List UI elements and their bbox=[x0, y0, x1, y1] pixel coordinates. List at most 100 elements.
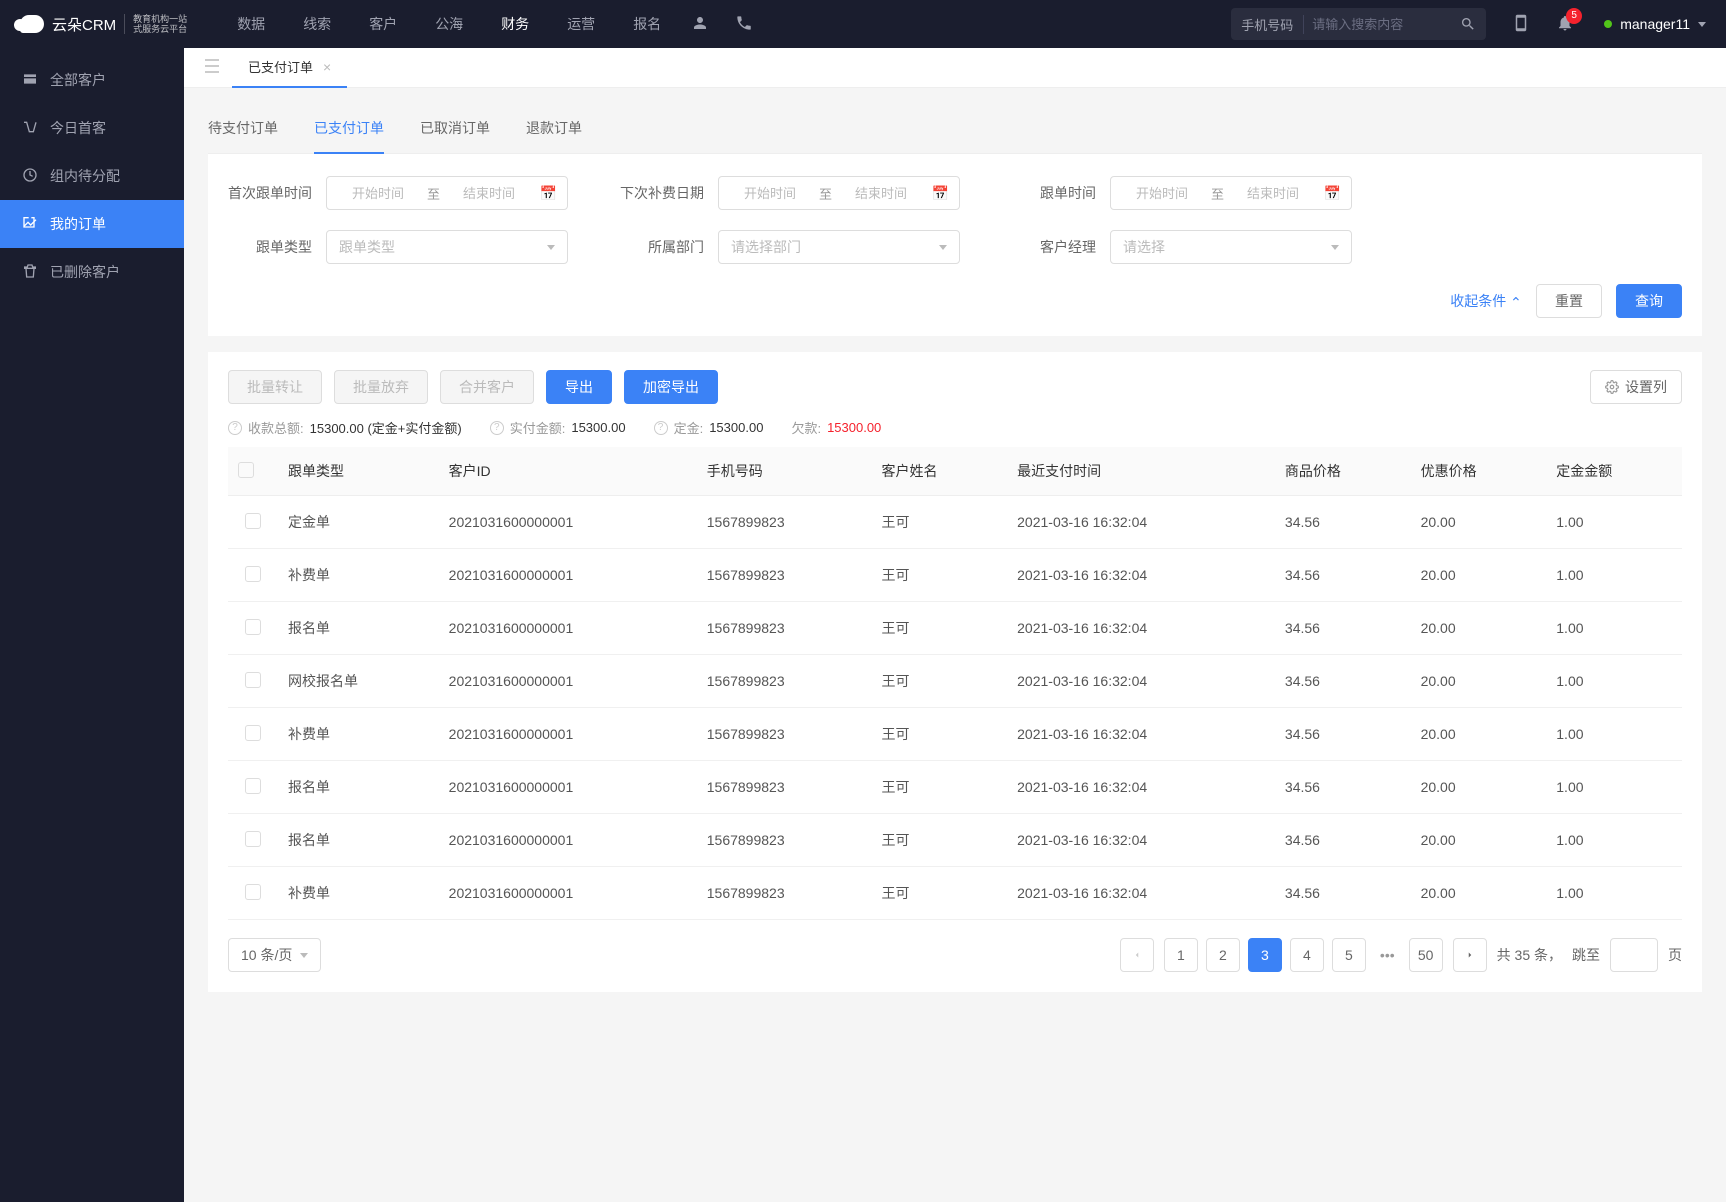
sidebar-item-1[interactable]: 今日首客 bbox=[0, 104, 184, 152]
next-fee-range[interactable]: 至 📅 bbox=[718, 176, 960, 210]
manager-select[interactable]: 请选择 bbox=[1110, 230, 1352, 264]
follow-time-range[interactable]: 至 📅 bbox=[1110, 176, 1352, 210]
encrypt-export-button[interactable]: 加密导出 bbox=[624, 370, 718, 404]
reset-button[interactable]: 重置 bbox=[1536, 284, 1602, 318]
follow-time-start[interactable] bbox=[1121, 186, 1203, 201]
search-type-select[interactable]: 手机号码 bbox=[1241, 15, 1304, 34]
page-number-3[interactable]: 3 bbox=[1248, 938, 1282, 972]
chevron-down-icon bbox=[300, 953, 308, 958]
cell: 34.56 bbox=[1275, 549, 1411, 602]
cell: 1567899823 bbox=[697, 708, 872, 761]
bulk-transfer-button[interactable]: 批量转让 bbox=[228, 370, 322, 404]
cell: 2021031600000001 bbox=[439, 602, 697, 655]
sidebar-toggle-icon[interactable] bbox=[192, 59, 232, 76]
row-checkbox[interactable] bbox=[245, 884, 261, 900]
first-follow-end[interactable] bbox=[448, 186, 530, 201]
nav-item-4[interactable]: 财务 bbox=[501, 14, 529, 34]
table-row[interactable]: 补费单20210316000000011567899823王可2021-03-1… bbox=[228, 867, 1682, 920]
query-button[interactable]: 查询 bbox=[1616, 284, 1682, 318]
page-size-select[interactable]: 10 条/页 bbox=[228, 938, 321, 972]
cell: 2021031600000001 bbox=[439, 814, 697, 867]
nav-item-1[interactable]: 线索 bbox=[303, 14, 331, 34]
cell: 34.56 bbox=[1275, 867, 1411, 920]
table-row[interactable]: 定金单20210316000000011567899823王可2021-03-1… bbox=[228, 496, 1682, 549]
cell: 报名单 bbox=[278, 761, 439, 814]
search-input[interactable] bbox=[1312, 17, 1452, 32]
prev-page-button[interactable] bbox=[1120, 938, 1154, 972]
sidebar-item-0[interactable]: 全部客户 bbox=[0, 56, 184, 104]
first-follow-range[interactable]: 至 📅 bbox=[326, 176, 568, 210]
phone-icon[interactable] bbox=[735, 14, 753, 35]
cell: 1567899823 bbox=[697, 602, 872, 655]
dept-select[interactable]: 请选择部门 bbox=[718, 230, 960, 264]
nav-item-5[interactable]: 运营 bbox=[567, 14, 595, 34]
table-row[interactable]: 报名单20210316000000011567899823王可2021-03-1… bbox=[228, 602, 1682, 655]
row-checkbox[interactable] bbox=[245, 566, 261, 582]
page-last-button[interactable]: 50 bbox=[1409, 938, 1443, 972]
page-jump-input[interactable] bbox=[1610, 938, 1658, 972]
row-checkbox[interactable] bbox=[245, 725, 261, 741]
sidebar-item-3[interactable]: 我的订单 bbox=[0, 200, 184, 248]
sub-tab-3[interactable]: 退款订单 bbox=[526, 104, 582, 154]
first-follow-start[interactable] bbox=[337, 186, 419, 201]
cell: 34.56 bbox=[1275, 761, 1411, 814]
merge-customer-button[interactable]: 合并客户 bbox=[440, 370, 534, 404]
row-checkbox[interactable] bbox=[245, 513, 261, 529]
next-page-button[interactable] bbox=[1453, 938, 1487, 972]
filter-panel: 首次跟单时间 至 📅 下次补费日期 bbox=[208, 154, 1702, 336]
nav-item-3[interactable]: 公海 bbox=[435, 14, 463, 34]
table-row[interactable]: 网校报名单20210316000000011567899823王可2021-03… bbox=[228, 655, 1682, 708]
cell: 王可 bbox=[871, 602, 1007, 655]
sub-tab-0[interactable]: 待支付订单 bbox=[208, 104, 278, 154]
cell: 2021031600000001 bbox=[439, 655, 697, 708]
table-row[interactable]: 补费单20210316000000011567899823王可2021-03-1… bbox=[228, 708, 1682, 761]
orders-table: 跟单类型客户ID手机号码客户姓名最近支付时间商品价格优惠价格定金金额 定金单20… bbox=[228, 447, 1682, 920]
notification-bell[interactable]: 5 bbox=[1556, 14, 1574, 35]
close-icon[interactable]: × bbox=[323, 59, 331, 75]
cell: 1.00 bbox=[1546, 867, 1682, 920]
table-row[interactable]: 补费单20210316000000011567899823王可2021-03-1… bbox=[228, 549, 1682, 602]
follow-time-end[interactable] bbox=[1232, 186, 1314, 201]
bulk-abandon-button[interactable]: 批量放弃 bbox=[334, 370, 428, 404]
nav-item-0[interactable]: 数据 bbox=[237, 14, 265, 34]
collapse-filters-link[interactable]: 收起条件 ⌄ bbox=[1450, 291, 1522, 311]
user-menu[interactable]: manager11 bbox=[1604, 16, 1706, 32]
nav-item-2[interactable]: 客户 bbox=[369, 14, 397, 34]
chevron-down-icon bbox=[1698, 22, 1706, 27]
cell: 20.00 bbox=[1411, 496, 1547, 549]
brand-logo[interactable]: 云朵CRM 教育机构一站 式服务云平台 bbox=[20, 14, 187, 35]
sidebar-item-label: 已删除客户 bbox=[50, 262, 120, 282]
table-row[interactable]: 报名单20210316000000011567899823王可2021-03-1… bbox=[228, 761, 1682, 814]
cell: 1.00 bbox=[1546, 814, 1682, 867]
page-number-4[interactable]: 4 bbox=[1290, 938, 1324, 972]
select-all-checkbox[interactable] bbox=[238, 462, 254, 478]
row-checkbox[interactable] bbox=[245, 672, 261, 688]
user-icon[interactable] bbox=[691, 14, 709, 35]
page-number-1[interactable]: 1 bbox=[1164, 938, 1198, 972]
sub-tab-1[interactable]: 已支付订单 bbox=[314, 104, 384, 154]
cell: 20.00 bbox=[1411, 602, 1547, 655]
row-checkbox[interactable] bbox=[245, 619, 261, 635]
row-checkbox[interactable] bbox=[245, 778, 261, 794]
page-number-5[interactable]: 5 bbox=[1332, 938, 1366, 972]
follow-type-select[interactable]: 跟单类型 bbox=[326, 230, 568, 264]
cell: 2021-03-16 16:32:04 bbox=[1007, 814, 1275, 867]
sidebar-item-2[interactable]: 组内待分配 bbox=[0, 152, 184, 200]
mobile-icon[interactable] bbox=[1512, 14, 1530, 35]
next-fee-end[interactable] bbox=[840, 186, 922, 201]
export-button[interactable]: 导出 bbox=[546, 370, 612, 404]
sidebar-item-4[interactable]: 已删除客户 bbox=[0, 248, 184, 296]
table-row[interactable]: 报名单20210316000000011567899823王可2021-03-1… bbox=[228, 814, 1682, 867]
page-number-2[interactable]: 2 bbox=[1206, 938, 1240, 972]
tab-paid-orders[interactable]: 已支付订单 × bbox=[232, 48, 347, 88]
sub-tab-2[interactable]: 已取消订单 bbox=[420, 104, 490, 154]
column-settings-button[interactable]: 设置列 bbox=[1590, 370, 1682, 404]
row-checkbox[interactable] bbox=[245, 831, 261, 847]
next-fee-start[interactable] bbox=[729, 186, 811, 201]
chevron-down-icon bbox=[547, 245, 555, 250]
global-search[interactable]: 手机号码 bbox=[1231, 8, 1486, 40]
nav-item-6[interactable]: 报名 bbox=[633, 14, 661, 34]
search-icon[interactable] bbox=[1460, 16, 1476, 32]
follow-time-label: 跟单时间 bbox=[1012, 183, 1096, 203]
page-unit: 页 bbox=[1668, 945, 1682, 965]
